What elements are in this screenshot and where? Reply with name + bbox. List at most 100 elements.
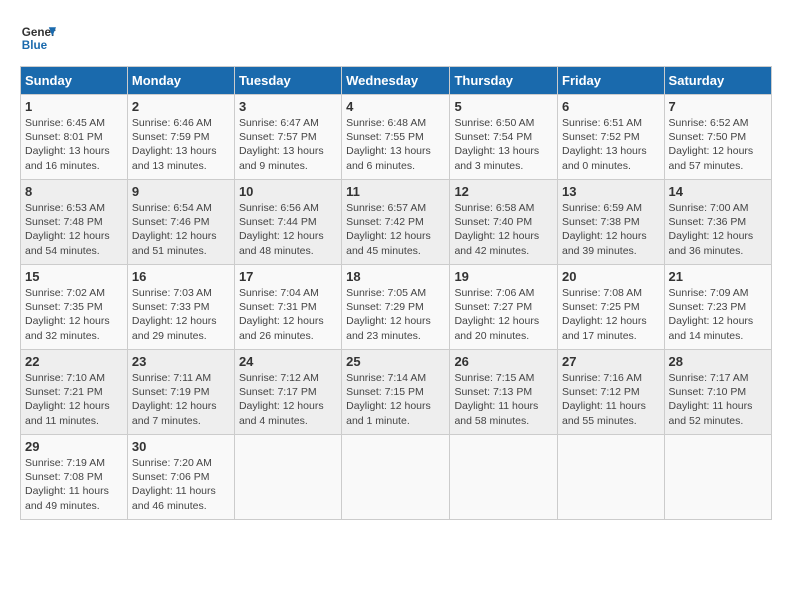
day-number: 25 xyxy=(346,354,445,369)
svg-text:Blue: Blue xyxy=(22,39,48,52)
calendar-day-cell: 6 Sunrise: 6:51 AMSunset: 7:52 PMDayligh… xyxy=(558,95,665,180)
day-number: 12 xyxy=(454,184,553,199)
day-info: Sunrise: 7:04 AMSunset: 7:31 PMDaylight:… xyxy=(239,286,337,343)
calendar-week-row: 1 Sunrise: 6:45 AMSunset: 8:01 PMDayligh… xyxy=(21,95,772,180)
calendar-day-cell: 8 Sunrise: 6:53 AMSunset: 7:48 PMDayligh… xyxy=(21,180,128,265)
day-number: 16 xyxy=(132,269,230,284)
calendar-week-row: 22 Sunrise: 7:10 AMSunset: 7:21 PMDaylig… xyxy=(21,350,772,435)
calendar-body: 1 Sunrise: 6:45 AMSunset: 8:01 PMDayligh… xyxy=(21,95,772,520)
header: General Blue xyxy=(20,20,772,56)
day-info: Sunrise: 7:16 AMSunset: 7:12 PMDaylight:… xyxy=(562,371,660,428)
day-number: 24 xyxy=(239,354,337,369)
weekday-header-cell: Tuesday xyxy=(234,67,341,95)
calendar-day-cell: 9 Sunrise: 6:54 AMSunset: 7:46 PMDayligh… xyxy=(127,180,234,265)
calendar-day-cell: 10 Sunrise: 6:56 AMSunset: 7:44 PMDaylig… xyxy=(234,180,341,265)
day-info: Sunrise: 7:10 AMSunset: 7:21 PMDaylight:… xyxy=(25,371,123,428)
day-number: 18 xyxy=(346,269,445,284)
calendar-day-cell: 13 Sunrise: 6:59 AMSunset: 7:38 PMDaylig… xyxy=(558,180,665,265)
day-info: Sunrise: 6:45 AMSunset: 8:01 PMDaylight:… xyxy=(25,116,123,173)
day-number: 19 xyxy=(454,269,553,284)
day-info: Sunrise: 7:02 AMSunset: 7:35 PMDaylight:… xyxy=(25,286,123,343)
day-number: 4 xyxy=(346,99,445,114)
day-info: Sunrise: 7:08 AMSunset: 7:25 PMDaylight:… xyxy=(562,286,660,343)
weekday-header-cell: Wednesday xyxy=(342,67,450,95)
calendar-day-cell: 14 Sunrise: 7:00 AMSunset: 7:36 PMDaylig… xyxy=(664,180,771,265)
calendar-day-cell xyxy=(342,435,450,520)
calendar-day-cell: 17 Sunrise: 7:04 AMSunset: 7:31 PMDaylig… xyxy=(234,265,341,350)
day-info: Sunrise: 6:58 AMSunset: 7:40 PMDaylight:… xyxy=(454,201,553,258)
day-info: Sunrise: 6:59 AMSunset: 7:38 PMDaylight:… xyxy=(562,201,660,258)
day-number: 15 xyxy=(25,269,123,284)
calendar-day-cell: 11 Sunrise: 6:57 AMSunset: 7:42 PMDaylig… xyxy=(342,180,450,265)
calendar-day-cell: 25 Sunrise: 7:14 AMSunset: 7:15 PMDaylig… xyxy=(342,350,450,435)
logo-icon: General Blue xyxy=(20,20,56,56)
day-number: 11 xyxy=(346,184,445,199)
day-info: Sunrise: 6:54 AMSunset: 7:46 PMDaylight:… xyxy=(132,201,230,258)
calendar-day-cell: 20 Sunrise: 7:08 AMSunset: 7:25 PMDaylig… xyxy=(558,265,665,350)
calendar-table: SundayMondayTuesdayWednesdayThursdayFrid… xyxy=(20,66,772,520)
day-info: Sunrise: 6:50 AMSunset: 7:54 PMDaylight:… xyxy=(454,116,553,173)
day-number: 29 xyxy=(25,439,123,454)
logo: General Blue xyxy=(20,20,56,56)
calendar-day-cell: 26 Sunrise: 7:15 AMSunset: 7:13 PMDaylig… xyxy=(450,350,558,435)
day-number: 26 xyxy=(454,354,553,369)
day-number: 30 xyxy=(132,439,230,454)
day-number: 27 xyxy=(562,354,660,369)
day-number: 6 xyxy=(562,99,660,114)
calendar-day-cell: 16 Sunrise: 7:03 AMSunset: 7:33 PMDaylig… xyxy=(127,265,234,350)
calendar-day-cell xyxy=(234,435,341,520)
day-info: Sunrise: 7:09 AMSunset: 7:23 PMDaylight:… xyxy=(669,286,767,343)
calendar-day-cell: 3 Sunrise: 6:47 AMSunset: 7:57 PMDayligh… xyxy=(234,95,341,180)
calendar-day-cell: 27 Sunrise: 7:16 AMSunset: 7:12 PMDaylig… xyxy=(558,350,665,435)
calendar-day-cell: 19 Sunrise: 7:06 AMSunset: 7:27 PMDaylig… xyxy=(450,265,558,350)
calendar-week-row: 29 Sunrise: 7:19 AMSunset: 7:08 PMDaylig… xyxy=(21,435,772,520)
day-info: Sunrise: 7:03 AMSunset: 7:33 PMDaylight:… xyxy=(132,286,230,343)
calendar-day-cell: 28 Sunrise: 7:17 AMSunset: 7:10 PMDaylig… xyxy=(664,350,771,435)
day-info: Sunrise: 7:12 AMSunset: 7:17 PMDaylight:… xyxy=(239,371,337,428)
day-info: Sunrise: 6:46 AMSunset: 7:59 PMDaylight:… xyxy=(132,116,230,173)
calendar-day-cell: 24 Sunrise: 7:12 AMSunset: 7:17 PMDaylig… xyxy=(234,350,341,435)
weekday-header-cell: Saturday xyxy=(664,67,771,95)
calendar-day-cell xyxy=(450,435,558,520)
calendar-week-row: 8 Sunrise: 6:53 AMSunset: 7:48 PMDayligh… xyxy=(21,180,772,265)
calendar-day-cell: 2 Sunrise: 6:46 AMSunset: 7:59 PMDayligh… xyxy=(127,95,234,180)
day-info: Sunrise: 7:00 AMSunset: 7:36 PMDaylight:… xyxy=(669,201,767,258)
weekday-header-cell: Friday xyxy=(558,67,665,95)
day-number: 14 xyxy=(669,184,767,199)
day-number: 10 xyxy=(239,184,337,199)
calendar-day-cell: 23 Sunrise: 7:11 AMSunset: 7:19 PMDaylig… xyxy=(127,350,234,435)
day-number: 9 xyxy=(132,184,230,199)
calendar-day-cell xyxy=(558,435,665,520)
calendar-day-cell: 15 Sunrise: 7:02 AMSunset: 7:35 PMDaylig… xyxy=(21,265,128,350)
calendar-day-cell: 12 Sunrise: 6:58 AMSunset: 7:40 PMDaylig… xyxy=(450,180,558,265)
day-info: Sunrise: 7:05 AMSunset: 7:29 PMDaylight:… xyxy=(346,286,445,343)
calendar-day-cell: 1 Sunrise: 6:45 AMSunset: 8:01 PMDayligh… xyxy=(21,95,128,180)
day-number: 8 xyxy=(25,184,123,199)
day-number: 3 xyxy=(239,99,337,114)
day-info: Sunrise: 6:56 AMSunset: 7:44 PMDaylight:… xyxy=(239,201,337,258)
day-number: 20 xyxy=(562,269,660,284)
calendar-day-cell: 21 Sunrise: 7:09 AMSunset: 7:23 PMDaylig… xyxy=(664,265,771,350)
day-info: Sunrise: 7:11 AMSunset: 7:19 PMDaylight:… xyxy=(132,371,230,428)
day-info: Sunrise: 6:48 AMSunset: 7:55 PMDaylight:… xyxy=(346,116,445,173)
calendar-day-cell: 22 Sunrise: 7:10 AMSunset: 7:21 PMDaylig… xyxy=(21,350,128,435)
weekday-header-cell: Monday xyxy=(127,67,234,95)
day-info: Sunrise: 6:47 AMSunset: 7:57 PMDaylight:… xyxy=(239,116,337,173)
day-info: Sunrise: 7:15 AMSunset: 7:13 PMDaylight:… xyxy=(454,371,553,428)
weekday-header: SundayMondayTuesdayWednesdayThursdayFrid… xyxy=(21,67,772,95)
day-number: 2 xyxy=(132,99,230,114)
day-info: Sunrise: 6:51 AMSunset: 7:52 PMDaylight:… xyxy=(562,116,660,173)
day-number: 17 xyxy=(239,269,337,284)
day-info: Sunrise: 7:06 AMSunset: 7:27 PMDaylight:… xyxy=(454,286,553,343)
calendar-day-cell: 29 Sunrise: 7:19 AMSunset: 7:08 PMDaylig… xyxy=(21,435,128,520)
day-number: 28 xyxy=(669,354,767,369)
day-number: 7 xyxy=(669,99,767,114)
weekday-header-cell: Thursday xyxy=(450,67,558,95)
day-info: Sunrise: 6:52 AMSunset: 7:50 PMDaylight:… xyxy=(669,116,767,173)
day-number: 21 xyxy=(669,269,767,284)
day-number: 13 xyxy=(562,184,660,199)
calendar-day-cell xyxy=(664,435,771,520)
day-number: 5 xyxy=(454,99,553,114)
day-info: Sunrise: 6:57 AMSunset: 7:42 PMDaylight:… xyxy=(346,201,445,258)
day-number: 1 xyxy=(25,99,123,114)
